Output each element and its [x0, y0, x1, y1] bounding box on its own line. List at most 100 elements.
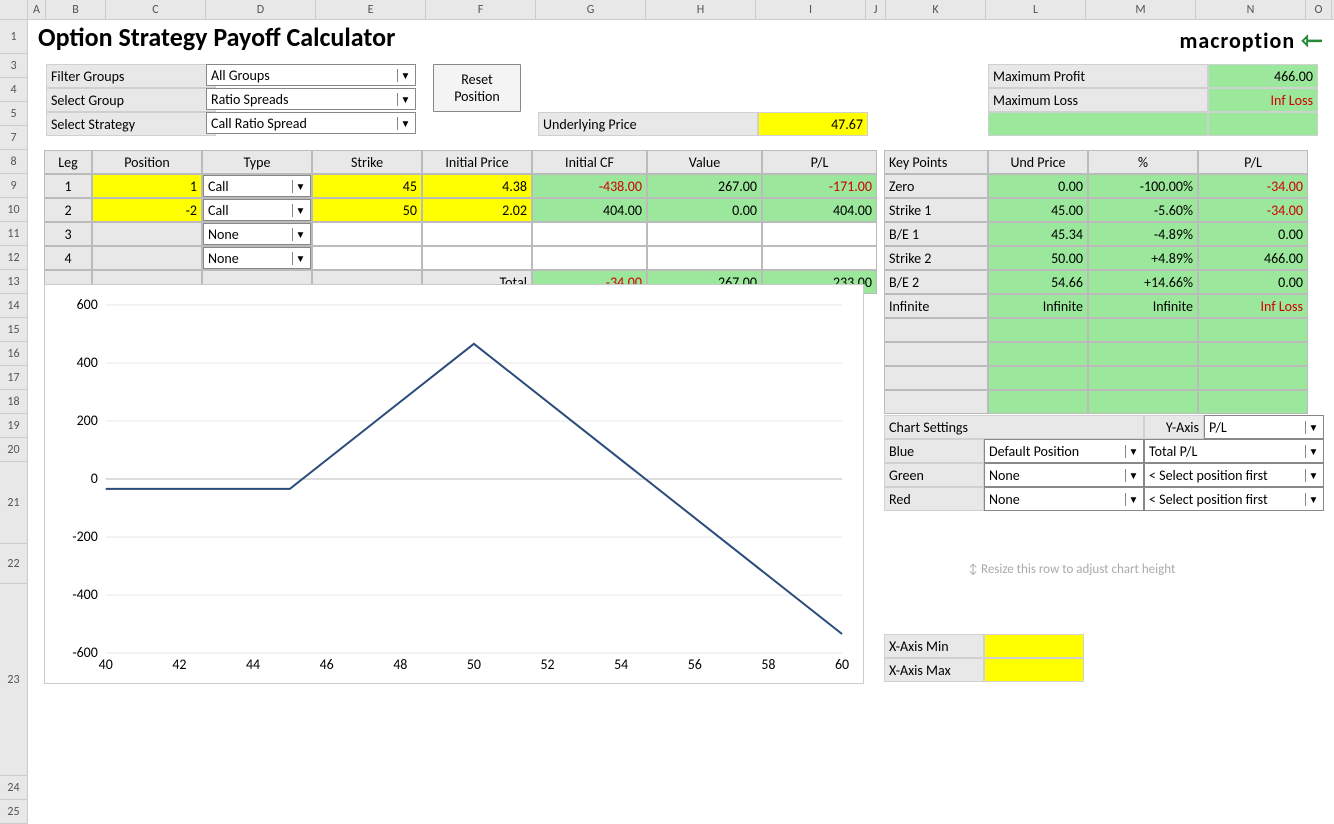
chevron-down-icon: ▼ — [1305, 469, 1321, 482]
xaxis-max-input[interactable] — [984, 658, 1084, 682]
xaxis-max-label: X-Axis Max — [884, 658, 984, 682]
keypoint-row: B/E 254.66+14.66%0.00 — [884, 270, 1308, 294]
select-group-dropdown[interactable]: Ratio Spreads▼ — [206, 88, 416, 110]
filter-groups-label: Filter Groups — [46, 64, 216, 88]
page-title: Option Strategy Payoff Calculator — [38, 20, 395, 54]
keypoint-row: B/E 145.34-4.89%0.00 — [884, 222, 1308, 246]
svg-text:400: 400 — [77, 354, 98, 371]
payoff-chart: -600 -400 -200 0 200 400 600 40 42 44 46 48 50 52 54 56… — [44, 284, 864, 684]
max-loss-value: Inf Loss — [1208, 88, 1318, 112]
legs-table: LegPositionTypeStrikeInitial PriceInitia… — [44, 150, 877, 294]
chevron-down-icon: ▼ — [1125, 469, 1141, 482]
keypoints-table: Key PointsUnd Price%P/L Zero0.00-100.00%… — [884, 150, 1308, 414]
leg-type-dropdown[interactable]: Call▼ — [202, 198, 312, 222]
leg-type-dropdown[interactable]: None▼ — [202, 246, 312, 270]
resize-hint: ↕ Resize this row to adjust chart height — [968, 562, 1175, 577]
svg-text:46: 46 — [320, 656, 334, 673]
svg-text:200: 200 — [77, 412, 98, 429]
max-loss-label: Maximum Loss — [988, 88, 1208, 112]
chart-series-dropdown[interactable]: None▼ — [984, 487, 1144, 511]
svg-text:44: 44 — [246, 656, 260, 673]
reset-position-button[interactable]: Reset Position — [433, 64, 521, 112]
chevron-down-icon: ▼ — [1125, 493, 1141, 506]
underlying-price-label: Underlying Price — [538, 112, 758, 136]
leg-type-dropdown[interactable]: None▼ — [202, 222, 312, 246]
svg-text:52: 52 — [540, 656, 554, 673]
chevron-down-icon: ▼ — [1125, 445, 1141, 458]
leg-row: 4None▼ — [44, 246, 877, 270]
chevron-down-icon: ▼ — [397, 93, 413, 106]
svg-text:40: 40 — [99, 656, 113, 673]
svg-text:42: 42 — [172, 656, 186, 673]
chevron-down-icon: ▼ — [1305, 493, 1321, 506]
yaxis-label: Y-Axis — [1144, 415, 1204, 439]
chart-series-label: Red — [884, 487, 984, 511]
leg-initprice-input[interactable]: 2.02 — [422, 198, 532, 222]
chart-settings: Chart Settings Y-Axis P/L▼ BlueDefault P… — [884, 415, 1324, 511]
svg-text:54: 54 — [614, 656, 628, 673]
chart-series-dropdown[interactable]: Default Position▼ — [984, 439, 1144, 463]
leg-row: 3None▼ — [44, 222, 877, 246]
leg-position-input[interactable]: -2 — [92, 198, 202, 222]
keypoint-row: Strike 145.00-5.60%-34.00 — [884, 198, 1308, 222]
keypoint-row: InfiniteInfiniteInfiniteInf Loss — [884, 294, 1308, 318]
leg-position-input[interactable] — [92, 246, 202, 270]
chevron-down-icon: ▼ — [1305, 445, 1321, 458]
keypoint-row: Zero0.00-100.00%-34.00 — [884, 174, 1308, 198]
leg-strike-input — [312, 246, 422, 270]
svg-text:-600: -600 — [72, 644, 97, 661]
svg-text:58: 58 — [761, 656, 775, 673]
legs-col-initial-price: Initial Price — [422, 150, 532, 174]
chevron-down-icon: ▼ — [292, 228, 308, 241]
xaxis-min-label: X-Axis Min — [884, 634, 984, 658]
svg-text:0: 0 — [91, 470, 98, 487]
chart-series-label: Green — [884, 463, 984, 487]
leg-strike-input[interactable]: 50 — [312, 198, 422, 222]
chart-series-dropdown[interactable]: None▼ — [984, 463, 1144, 487]
svg-text:48: 48 — [393, 656, 407, 673]
chart-settings-header: Chart Settings — [884, 415, 1144, 439]
yaxis-dropdown[interactable]: P/L▼ — [1204, 415, 1324, 439]
svg-text:60: 60 — [835, 656, 849, 673]
chart-metric-dropdown[interactable]: < Select position first▼ — [1144, 463, 1324, 487]
svg-text:50: 50 — [467, 656, 481, 673]
chevron-down-icon: ▼ — [397, 69, 413, 82]
row-headers: 134578910111213141516171819202122232425 — [0, 20, 28, 824]
leg-type-dropdown[interactable]: Call▼ — [202, 174, 312, 198]
legs-col-p-l: P/L — [762, 150, 877, 174]
leg-strike-input — [312, 222, 422, 246]
leg-initprice-input — [422, 222, 532, 246]
legs-col-leg: Leg — [44, 150, 92, 174]
select-strategy-dropdown[interactable]: Call Ratio Spread▼ — [206, 112, 416, 134]
column-headers: ABCDEFGHIJKLMNO — [0, 0, 1334, 20]
legs-col-strike: Strike — [312, 150, 422, 174]
legs-col-value: Value — [647, 150, 762, 174]
chart-metric-dropdown[interactable]: Total P/L▼ — [1144, 439, 1324, 463]
leg-initprice-input[interactable]: 4.38 — [422, 174, 532, 198]
svg-text:56: 56 — [688, 656, 702, 673]
svg-text:600: 600 — [77, 296, 98, 313]
svg-text:-400: -400 — [72, 586, 97, 603]
leg-strike-input[interactable]: 45 — [312, 174, 422, 198]
leg-position-input[interactable] — [92, 222, 202, 246]
leg-initprice-input — [422, 246, 532, 270]
select-group-label: Select Group — [46, 88, 216, 112]
chevron-down-icon: ▼ — [292, 204, 308, 217]
xaxis-min-input[interactable] — [984, 634, 1084, 658]
max-profit-value: 466.00 — [1208, 64, 1318, 88]
legs-col-type: Type — [202, 150, 312, 174]
legs-col-initial-cf: Initial CF — [532, 150, 647, 174]
filter-groups-dropdown[interactable]: All Groups▼ — [206, 64, 416, 86]
chart-metric-dropdown[interactable]: < Select position first▼ — [1144, 487, 1324, 511]
select-strategy-label: Call Ratio SpreadSelect Strategy — [46, 112, 216, 136]
chevron-down-icon: ▼ — [397, 117, 413, 130]
leg-position-input[interactable]: 1 — [92, 174, 202, 198]
legs-col-position: Position — [92, 150, 202, 174]
chevron-down-icon: ▼ — [1305, 421, 1321, 434]
chevron-down-icon: ▼ — [292, 180, 308, 193]
keypoint-row: Strike 250.00+4.89%466.00 — [884, 246, 1308, 270]
chart-series-label: Blue — [884, 439, 984, 463]
leg-row: 11Call▼454.38-438.00267.00-171.00 — [44, 174, 877, 198]
svg-text:-200: -200 — [72, 528, 97, 545]
underlying-price-input[interactable]: 47.67 — [758, 112, 868, 136]
